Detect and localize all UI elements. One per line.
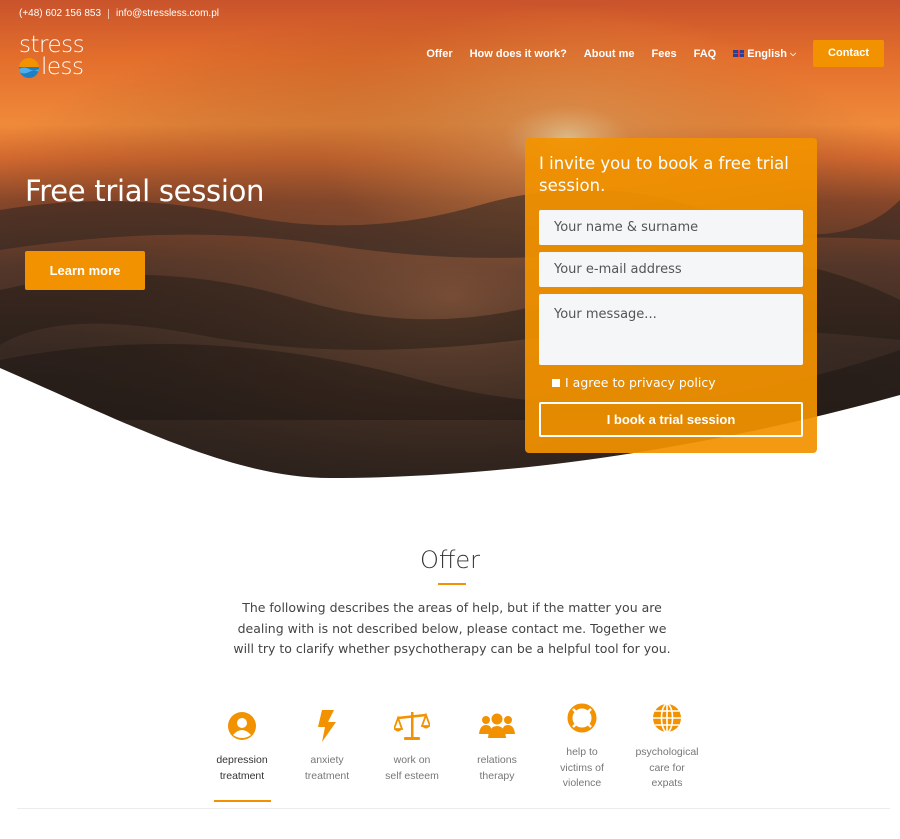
message-textarea[interactable] [539, 294, 803, 365]
offer-title-underline [438, 583, 466, 585]
email-input[interactable] [539, 252, 803, 287]
logo-word-stress: stress [19, 32, 85, 58]
offer-title: Offer [419, 546, 481, 574]
hero-title: Free trial session [25, 174, 265, 208]
tab-depression-treatment[interactable]: depression treatment [202, 708, 282, 784]
tab-label-line1: help to [566, 746, 598, 758]
tab-label-line2: victims of [560, 761, 604, 774]
lifebuoy-icon [542, 700, 622, 736]
tab-label-line2: therapy [479, 769, 515, 782]
tab-label-line1: work on [393, 754, 431, 766]
chevron-down-icon: ⌵ [789, 48, 797, 58]
nav-faq[interactable]: FAQ [694, 48, 717, 60]
tab-label-line3: expats [651, 777, 683, 789]
tab-relations-therapy[interactable]: relations therapy [457, 708, 537, 784]
book-session-button[interactable]: I book a trial session [539, 402, 803, 437]
tab-anxiety-treatment[interactable]: anxiety treatment [287, 708, 367, 784]
active-tab-indicator [214, 800, 271, 802]
top-contact-bar: (+48) 602 156 853 info@stressless.com.pl [19, 8, 219, 19]
email-link[interactable]: info@stressless.com.pl [116, 8, 219, 19]
tab-label-line1: anxiety [310, 754, 344, 766]
tab-label-line2: treatment [304, 769, 350, 782]
tab-label-line1: depression [216, 754, 268, 766]
privacy-checkbox[interactable] [552, 378, 560, 387]
tab-label-line1: relations [477, 754, 517, 766]
nav-fees[interactable]: Fees [652, 48, 677, 60]
learn-more-button[interactable]: Learn more [25, 251, 145, 290]
tab-victims-of-violence[interactable]: help to victims of violence [542, 700, 622, 792]
privacy-label: I agree to privacy policy [565, 375, 716, 390]
logo-sunset-circle-icon [19, 58, 39, 78]
main-nav: Offer How does it work? About me Fees FA… [409, 40, 884, 67]
tab-care-for-expats[interactable]: psychological care for expats [627, 700, 707, 792]
tab-label-line3: violence [562, 777, 602, 789]
tab-self-esteem[interactable]: work on self esteem [372, 708, 452, 784]
page: (+48) 602 156 853 info@stressless.com.pl… [0, 0, 900, 839]
name-input[interactable] [539, 210, 803, 245]
nav-offer[interactable]: Offer [426, 48, 452, 60]
form-title: I invite you to book a free trial sessio… [539, 154, 789, 195]
hero-section: (+48) 602 156 853 info@stressless.com.pl… [0, 0, 900, 480]
user-circle-icon [202, 708, 282, 744]
tab-label-line2: care for [649, 761, 685, 774]
users-icon [457, 708, 537, 744]
topbar-divider [108, 8, 110, 19]
scales-icon [372, 708, 452, 744]
tab-label-line1: psychological [635, 746, 699, 758]
nav-about-me[interactable]: About me [584, 48, 635, 60]
language-selector[interactable]: English ⌵ [733, 48, 796, 60]
globe-icon [627, 700, 707, 736]
nav-how-it-works[interactable]: How does it work? [470, 48, 567, 60]
stressless-logo[interactable]: stress less [19, 34, 99, 84]
offer-tabs: depression treatment anxiety treatment w… [200, 703, 720, 808]
contact-button[interactable]: Contact [813, 40, 884, 67]
tab-label-line2: self esteem [385, 769, 439, 782]
tabs-divider [17, 808, 890, 809]
lightning-icon [287, 708, 367, 744]
phone-link[interactable]: (+48) 602 156 853 [19, 8, 101, 19]
uk-flag-icon [733, 50, 745, 57]
language-label: English [747, 47, 787, 60]
logo-word-less: less [41, 54, 84, 80]
tab-label-line2: treatment [219, 769, 265, 782]
booking-form: I invite you to book a free trial sessio… [525, 138, 817, 453]
offer-description: The following describes the areas of hel… [233, 600, 671, 656]
privacy-consent: I agree to privacy policy [552, 375, 803, 390]
